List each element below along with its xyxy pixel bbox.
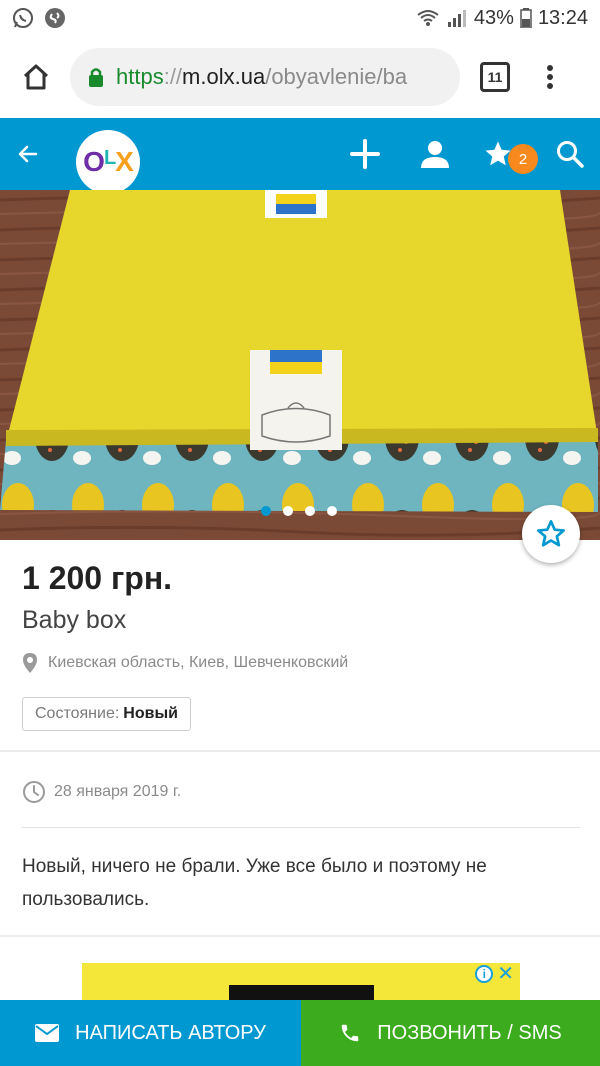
signal-icon	[447, 10, 466, 27]
location-text: Киевская область, Киев, Шевченковский	[48, 654, 349, 671]
divider	[0, 750, 600, 752]
condition-tag: Состояние: Новый	[22, 697, 191, 731]
clock-icon	[23, 781, 45, 803]
url-separator: ://	[163, 64, 183, 89]
browser-menu-icon[interactable]	[538, 59, 562, 95]
call-sms-label: ПОЗВОНИТЬ / SMS	[377, 1021, 562, 1044]
message-author-button[interactable]: НАПИСАТЬ АВТОРУ	[0, 1000, 301, 1066]
tab-switcher-button[interactable]: 11	[480, 62, 510, 92]
envelope-icon	[35, 1024, 60, 1042]
battery-percent: 43%	[473, 6, 514, 29]
listing-title: Baby box	[22, 606, 127, 634]
address-bar[interactable]: https://m.olx.ua/obyavlenie/ba	[70, 48, 460, 106]
battery-icon	[520, 8, 532, 28]
ad-close-icon[interactable]: ✕	[497, 964, 514, 984]
search-button[interactable]	[540, 118, 600, 190]
date-text: 28 января 2019 г.	[54, 783, 182, 800]
call-sms-button[interactable]: ПОЗВОНИТЬ / SMS	[301, 1000, 600, 1066]
favorites-count-badge: 2	[508, 144, 538, 174]
listing-price: 1 200 грн.	[22, 560, 173, 596]
listing-date: 28 января 2019 г.	[22, 780, 181, 804]
whatsapp-icon	[13, 8, 33, 28]
url-scheme: https	[116, 64, 164, 89]
olx-logo[interactable]: OLX	[76, 130, 140, 194]
plus-icon	[350, 139, 380, 169]
logo-letter-l: L	[103, 146, 116, 169]
site-header: OLX 2	[0, 118, 600, 194]
phone-icon	[342, 1024, 359, 1042]
user-icon	[421, 141, 449, 168]
contact-actions: НАПИСАТЬ АВТОРУ ПОЗВОНИТЬ / SMS	[0, 1000, 600, 1066]
listing-description: Новый, ничего не брали. Уже все было и п…	[22, 856, 487, 910]
gallery-dot[interactable]	[261, 506, 271, 516]
add-listing-button[interactable]	[330, 118, 400, 190]
ad-info-icon[interactable]: i	[475, 965, 494, 983]
clock: 13:24	[537, 6, 588, 29]
location-pin-icon	[23, 653, 37, 673]
favorites-button[interactable]: 2	[470, 118, 540, 190]
back-arrow-icon[interactable]	[0, 118, 56, 190]
browser-toolbar: https://m.olx.ua/obyavlenie/ba 11	[0, 36, 600, 118]
lock-icon	[89, 68, 103, 87]
star-outline-icon	[537, 520, 565, 547]
gallery-pagination	[0, 506, 600, 516]
gallery-dot[interactable]	[305, 506, 315, 516]
account-button[interactable]	[400, 118, 470, 190]
condition-label: Состояние:	[35, 705, 120, 722]
divider	[0, 935, 600, 937]
gallery-dot[interactable]	[283, 506, 293, 516]
gallery-dot[interactable]	[327, 506, 337, 516]
condition-value: Новый	[123, 705, 178, 722]
divider	[22, 827, 580, 828]
add-to-favorites-button[interactable]	[522, 505, 580, 563]
ad-choices[interactable]: i ✕	[475, 964, 514, 984]
message-author-label: НАПИСАТЬ АВТОРУ	[75, 1021, 266, 1044]
search-icon	[557, 141, 584, 168]
status-bar: 43% 13:24	[0, 0, 600, 36]
wifi-icon	[417, 10, 439, 26]
shazam-icon	[45, 8, 65, 28]
listing-location: Киевская область, Киев, Шевченковский	[22, 652, 348, 674]
logo-letter-x: X	[115, 146, 134, 177]
listing-photo[interactable]	[0, 190, 600, 540]
logo-letter-o: O	[83, 146, 105, 177]
home-icon[interactable]	[12, 53, 60, 101]
url-path: /obyavlenie/ba	[265, 64, 408, 89]
url-host: m.olx.ua	[182, 64, 266, 89]
